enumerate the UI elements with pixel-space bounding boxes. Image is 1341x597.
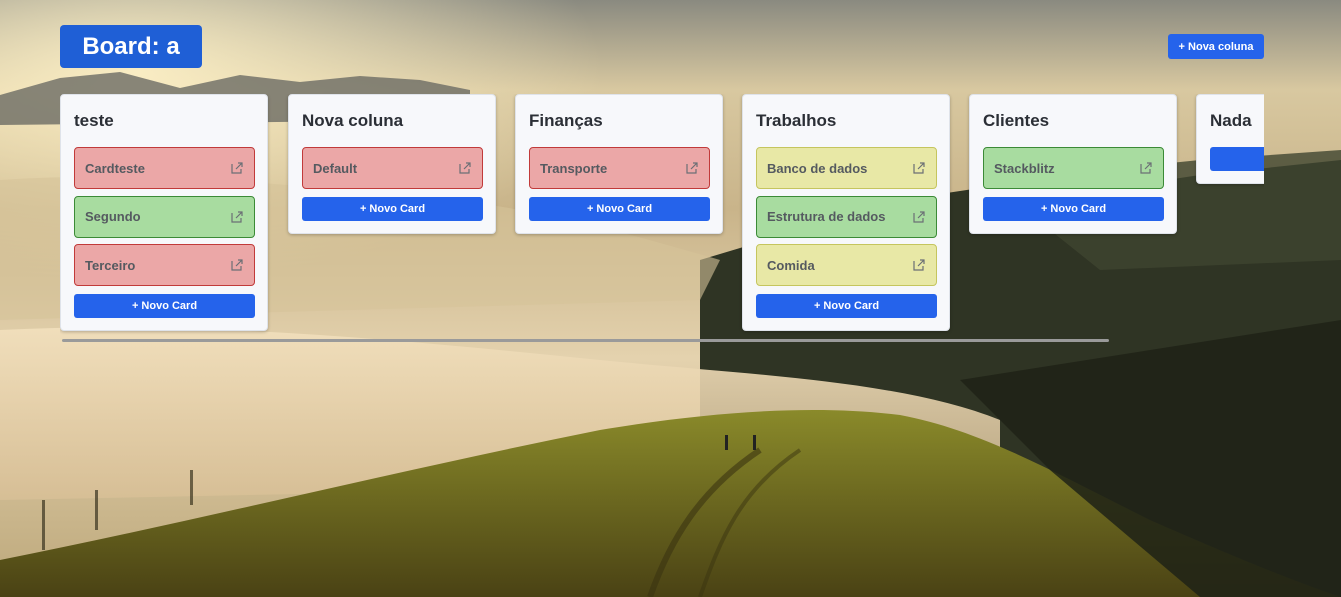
column: Trabalhos Banco de dados Estrutura de dado… xyxy=(742,94,950,331)
add-column-button[interactable]: + Nova coluna xyxy=(1168,34,1264,59)
card-label: Comida xyxy=(767,257,815,273)
card-label: Estrutura de dados xyxy=(767,209,886,224)
card[interactable]: Banco de dados xyxy=(756,147,937,189)
card[interactable]: Stackblitz xyxy=(983,147,1164,189)
new-card-button[interactable]: + Novo Card xyxy=(756,293,937,318)
external-link-icon[interactable] xyxy=(458,161,472,175)
card[interactable]: Comida xyxy=(756,244,937,286)
column-title: Trabalhos xyxy=(756,111,837,130)
card-label: Cardteste xyxy=(85,160,145,176)
column-title: teste xyxy=(74,111,114,130)
new-card-button[interactable]: + Novo Card xyxy=(74,293,255,318)
new-card-button[interactable] xyxy=(1210,147,1264,171)
column-title: Clientes xyxy=(983,111,1050,130)
new-card-button[interactable]: + Novo Card xyxy=(983,196,1164,221)
new-card-button[interactable]: + Novo Card xyxy=(302,196,483,221)
external-link-icon[interactable] xyxy=(230,210,244,224)
card-label: Default xyxy=(313,160,358,176)
external-link-icon[interactable] xyxy=(912,258,926,272)
board-title: Board: a xyxy=(60,25,202,68)
external-link-icon[interactable] xyxy=(912,210,926,224)
card[interactable]: Cardteste xyxy=(74,147,255,189)
external-link-icon[interactable] xyxy=(912,161,926,175)
new-card-button[interactable]: + Novo Card xyxy=(529,196,710,221)
board-columns: teste Cardteste Segundo Terceiro + Novo Card… xyxy=(60,94,1264,339)
column-title: Finanças xyxy=(529,111,603,130)
column-title: Nada xyxy=(1210,111,1252,130)
column: Nada xyxy=(1196,94,1264,184)
card[interactable]: Estrutura de dados xyxy=(756,195,937,238)
column: Nova coluna Default + Novo Card xyxy=(288,94,496,234)
card-label: Terceiro xyxy=(85,257,136,273)
column: Clientes Stackblitz + Novo Card xyxy=(969,94,1177,234)
external-link-icon[interactable] xyxy=(230,258,244,272)
column: teste Cardteste Segundo Terceiro + Novo Card xyxy=(60,94,268,331)
card-label: Segundo xyxy=(85,209,141,224)
external-link-icon[interactable] xyxy=(230,161,244,175)
card[interactable]: Segundo xyxy=(74,195,255,238)
card-label: Transporte xyxy=(540,160,608,176)
card[interactable]: Default xyxy=(302,147,483,189)
card-label: Banco de dados xyxy=(767,160,868,176)
column-title: Nova coluna xyxy=(302,111,404,130)
horizontal-scrollbar[interactable] xyxy=(62,339,1109,342)
card-label: Stackblitz xyxy=(994,160,1055,176)
card[interactable]: Terceiro xyxy=(74,244,255,286)
card[interactable]: Transporte xyxy=(529,147,710,189)
column: Finanças Transporte + Novo Card xyxy=(515,94,723,234)
external-link-icon[interactable] xyxy=(1139,161,1153,175)
external-link-icon[interactable] xyxy=(685,161,699,175)
